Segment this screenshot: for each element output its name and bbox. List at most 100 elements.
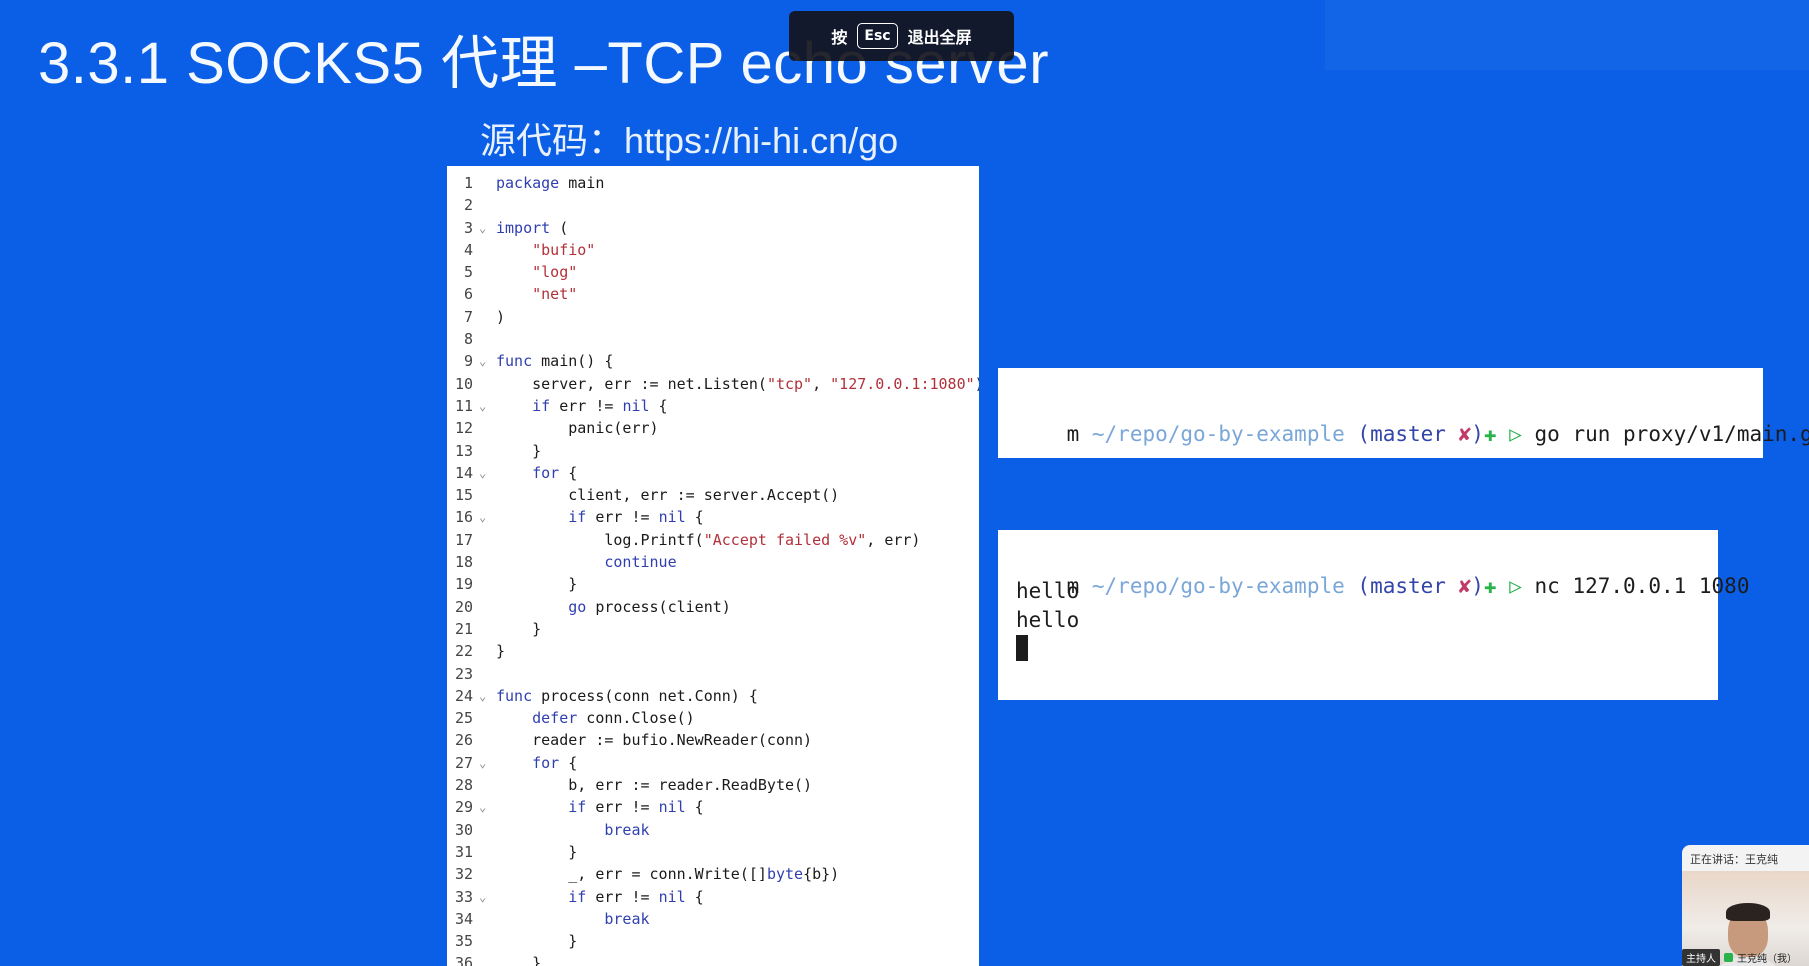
terminal-client-prompt-line: m ~/repo/go-by-example (master ✘)✚ ▷ nc …: [1016, 550, 1750, 622]
code-text: }: [496, 441, 542, 460]
line-number: 22: [454, 642, 473, 661]
line-number: 32: [454, 865, 473, 884]
code-panel: 1 package main 2 3 ⌄ import (4 "bufio" 5 "log"…: [447, 166, 979, 966]
line-number: 24: [454, 686, 473, 705]
line-number: 7: [463, 307, 473, 326]
fold-chevron-icon[interactable]: ⌄: [479, 506, 486, 528]
line-number: 15: [454, 486, 473, 505]
terminal-server-prompt-line: m ~/repo/go-by-example (master ✘)✚ ▷ go …: [1016, 398, 1809, 470]
line-number: 14: [454, 463, 473, 482]
code-text: "bufio": [532, 240, 596, 259]
line-number: 35: [454, 932, 473, 951]
code-line: 30 break: [447, 819, 979, 841]
code-text: ): [496, 307, 506, 326]
terminal-command: nc 127.0.0.1 1080: [1534, 574, 1750, 598]
code-text: }: [496, 842, 578, 861]
code-line: 23: [447, 663, 979, 685]
code-line: 18 continue: [447, 551, 979, 573]
prompt-path: ~/repo/go-by-example: [1091, 574, 1345, 598]
code-line: 15 client, err := server.Accept(): [447, 484, 979, 506]
code-text: continue: [604, 553, 677, 572]
prompt-close: ): [1471, 574, 1484, 598]
line-number: 9: [463, 352, 473, 371]
line-number: 2: [463, 196, 473, 215]
code-text: panic(err): [496, 419, 659, 438]
code-text: server, err := net.Listen("tcp", "127.0.…: [496, 374, 979, 393]
prompt-path: ~/repo/go-by-example: [1091, 422, 1345, 446]
line-number: 36: [454, 954, 473, 966]
code-line: 8: [447, 328, 979, 350]
prompt-staged-icon: ✚: [1483, 422, 1497, 446]
tip-prefix: 按: [831, 28, 848, 47]
line-number: 23: [454, 664, 473, 683]
line-number: 25: [454, 709, 473, 728]
prompt-arrow-icon: ▷: [1509, 574, 1522, 598]
line-number: 29: [454, 798, 473, 817]
line-number: 34: [454, 909, 473, 928]
code-line: 10 server, err := net.Listen("tcp", "127…: [447, 373, 979, 395]
code-line: 1 package main: [447, 172, 979, 194]
fullscreen-exit-tip[interactable]: 按 Esc 退出全屏: [789, 11, 1014, 61]
mic-icon: [1724, 952, 1733, 962]
line-number: 6: [463, 285, 473, 304]
fold-chevron-icon[interactable]: ⌄: [479, 395, 486, 417]
code-text: func process(conn net.Conn) {: [496, 686, 758, 705]
code-text: defer conn.Close(): [532, 709, 695, 728]
code-line: 13 }: [447, 440, 979, 462]
code-text: go process(client): [568, 597, 731, 616]
terminal-output-line: hello: [1016, 579, 1080, 603]
host-badge: 主持人: [1682, 948, 1720, 966]
code-line: 6 "net": [447, 283, 979, 305]
fold-chevron-icon[interactable]: ⌄: [479, 685, 486, 707]
line-number: 20: [454, 597, 473, 616]
line-number: 1: [463, 174, 473, 192]
code-line: 3 ⌄ import (: [447, 217, 979, 239]
line-number: 21: [454, 619, 473, 638]
code-text: for {: [532, 753, 578, 772]
code-text: }: [496, 932, 578, 951]
line-number: 27: [454, 753, 473, 772]
code-text: break: [604, 820, 650, 839]
code-text: b, err := reader.ReadByte(): [496, 776, 813, 795]
terminal-output-line: hello: [1016, 608, 1080, 632]
code-text: }: [496, 575, 578, 594]
code-text: import (: [496, 218, 569, 237]
line-number: 26: [454, 731, 473, 750]
prompt-branch: (master: [1357, 574, 1446, 598]
prompt-dirty-icon: ✘: [1458, 422, 1472, 446]
code-line: 28 b, err := reader.ReadByte(): [447, 774, 979, 796]
fold-chevron-icon[interactable]: ⌄: [479, 796, 486, 818]
code-text: }: [496, 642, 506, 661]
code-line: 20 go process(client): [447, 596, 979, 618]
prompt-close: ): [1471, 422, 1484, 446]
code-line: 11 ⌄ if err != nil {: [447, 395, 979, 417]
terminal-server: m ~/repo/go-by-example (master ✘)✚ ▷ go …: [998, 368, 1809, 458]
code-line: 26 reader := bufio.NewReader(conn): [447, 729, 979, 751]
fold-chevron-icon[interactable]: ⌄: [479, 462, 486, 484]
video-thumbnail[interactable]: 正在讲话：王克纯 主持人 王克纯（我）: [1682, 845, 1809, 966]
line-number: 11: [454, 396, 473, 415]
fold-chevron-icon[interactable]: ⌄: [479, 886, 486, 908]
prompt-staged-icon: ✚: [1483, 574, 1497, 598]
line-number: 4: [463, 240, 473, 259]
code-line: 4 "bufio": [447, 239, 979, 261]
speaking-label: 正在讲话：王克纯: [1690, 853, 1778, 866]
line-number: 17: [454, 530, 473, 549]
code-line: 34 break: [447, 908, 979, 930]
fold-chevron-icon[interactable]: ⌄: [479, 752, 486, 774]
fold-chevron-icon[interactable]: ⌄: [479, 217, 486, 239]
code-text: reader := bufio.NewReader(conn): [496, 731, 813, 750]
code-text: _, err = conn.Write([]byte{b}): [496, 865, 840, 884]
line-number: 28: [454, 776, 473, 795]
fold-chevron-icon[interactable]: ⌄: [479, 350, 486, 372]
code-text: client, err := server.Accept(): [496, 486, 840, 505]
code-line: 35 }: [447, 930, 979, 952]
code-text: if err != nil {: [568, 887, 704, 906]
code-line: 14 ⌄ for {: [447, 462, 979, 484]
code-line: 12 panic(err): [447, 417, 979, 439]
terminal-cursor[interactable]: [1016, 635, 1028, 661]
code-line: 27 ⌄ for {: [447, 752, 979, 774]
code-text: log.Printf("Accept failed %v", err): [496, 530, 921, 549]
code-text: "log": [532, 263, 578, 282]
terminal-client: m ~/repo/go-by-example (master ✘)✚ ▷ nc …: [998, 530, 1749, 700]
